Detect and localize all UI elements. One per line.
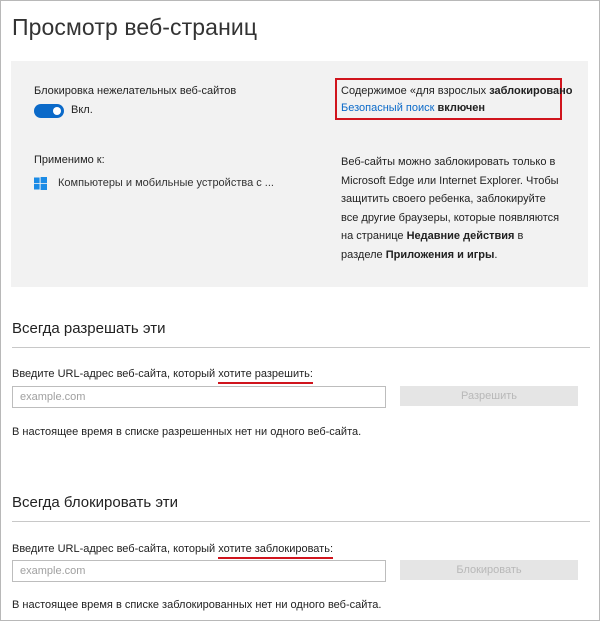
block-divider [12, 521, 590, 522]
allow-divider [12, 347, 590, 348]
adult-content-text: Содержимое «для взрослых [341, 85, 490, 97]
applies-to-label: Применимо к: [34, 154, 105, 166]
allow-section-heading: Всегда разрешать эти [12, 320, 166, 337]
safe-search-link[interactable]: Безопасный поиск [341, 102, 434, 114]
safe-search-state: включен [434, 102, 485, 114]
block-label-text: Введите URL-адрес веб-сайта, который [12, 543, 219, 555]
allow-button[interactable]: Разрешить [400, 386, 578, 406]
page-title: Просмотр веб-страниц [12, 14, 258, 40]
allow-label-emphasis: хотите разрешить: [218, 368, 313, 384]
apps-games-label: Приложения и игры [385, 248, 495, 261]
block-url-input[interactable] [12, 560, 386, 582]
block-sites-toggle[interactable] [34, 104, 64, 118]
allow-list-status: В настоящее время в списке разрешенных н… [12, 426, 362, 438]
block-label-emphasis: хотите заблокировать: [218, 543, 333, 559]
block-section-heading: Всегда блокировать эти [12, 494, 178, 511]
blocking-title: Блокировка нежелательных веб-сайтов [34, 85, 237, 97]
allow-url-label: Введите URL-адрес веб-сайта, который хот… [12, 368, 313, 384]
block-button[interactable]: Блокировать [400, 560, 578, 580]
allow-url-input[interactable] [12, 386, 386, 408]
block-url-label: Введите URL-адрес веб-сайта, который хот… [12, 543, 333, 559]
recent-activity-label: Недавние действия [406, 230, 515, 243]
allow-label-text: Введите URL-адрес веб-сайта, который [12, 368, 219, 380]
adult-content-state: заблокировано [489, 85, 573, 97]
applies-devices-text: Компьютеры и мобильные устройства с ... [58, 177, 274, 189]
info-text-3: . [494, 248, 498, 261]
toggle-state-label: Вкл. [71, 104, 93, 116]
browser-info-text: Веб-сайты можно заблокировать только в M… [341, 153, 561, 265]
toggle-knob [53, 107, 61, 115]
adult-content-status: Содержимое «для взрослых заблокировано [341, 85, 573, 97]
windows-logo-icon [34, 177, 47, 190]
block-list-status: В настоящее время в списке заблокированн… [12, 599, 382, 611]
safe-search-status: Безопасный поиск включен [341, 102, 485, 114]
